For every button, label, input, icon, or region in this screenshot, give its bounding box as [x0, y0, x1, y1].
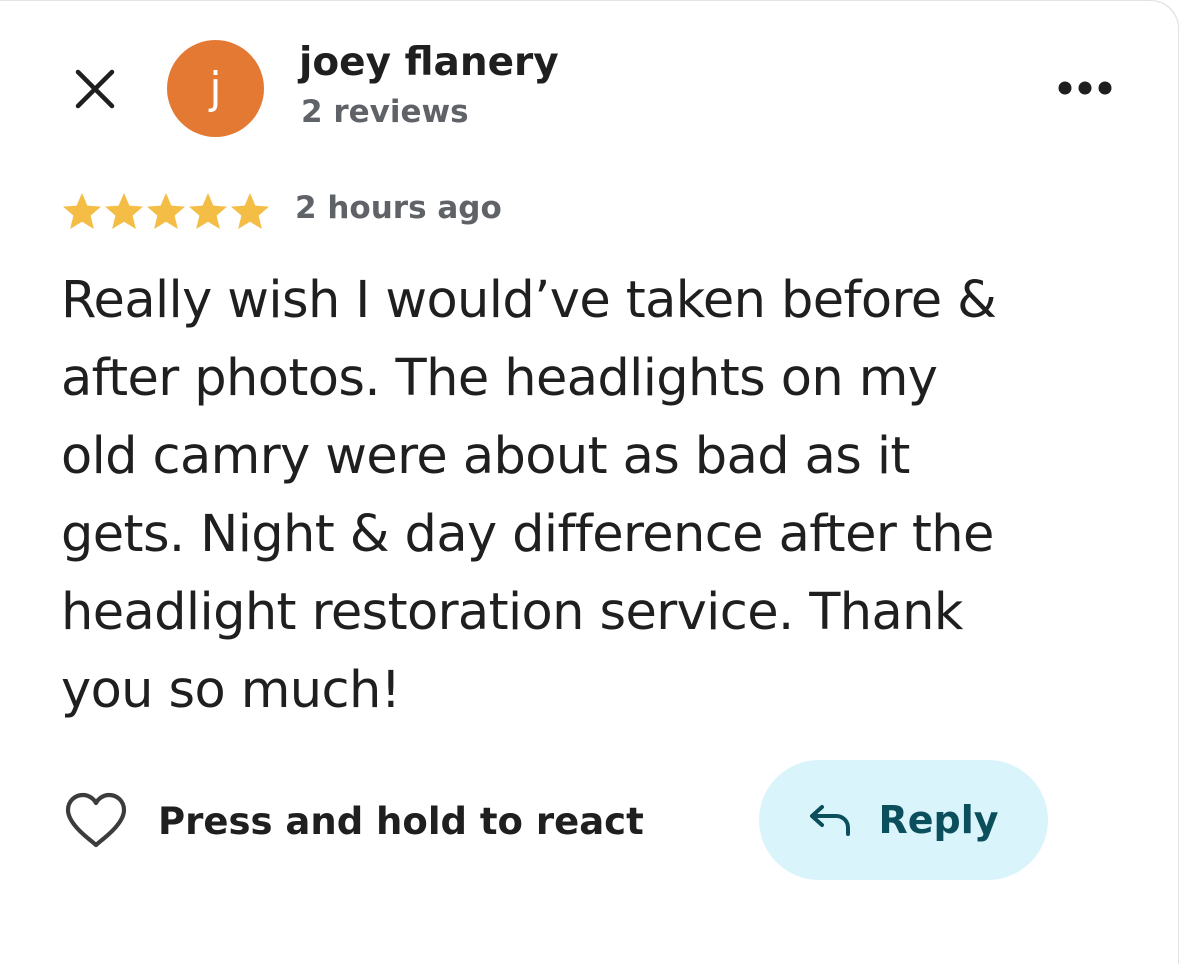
review-text: Really wish I would’ve taken before & af… [61, 271, 997, 720]
reply-arrow-icon [810, 805, 851, 836]
avatar[interactable]: j [167, 40, 264, 137]
star-icon [231, 193, 269, 229]
star-icon [105, 193, 143, 229]
reply-button[interactable]: Reply [759, 760, 1048, 880]
heart-outline-icon [65, 792, 127, 848]
star-icon [63, 193, 101, 229]
star-icon [189, 193, 227, 229]
review-count: 2 reviews [301, 94, 469, 130]
review-card: j joey flanery 2 reviews 2 hours ago Rea… [0, 0, 1179, 964]
more-options-button[interactable] [1054, 68, 1116, 108]
reply-label: Reply [878, 798, 999, 842]
author-name[interactable]: joey flanery [299, 40, 559, 85]
react-button[interactable]: Press and hold to react [64, 790, 644, 852]
avatar-initial: j [209, 63, 222, 114]
close-button[interactable] [68, 62, 122, 116]
close-icon [75, 69, 115, 109]
react-label: Press and hold to react [158, 799, 644, 843]
star-icon [147, 193, 185, 229]
review-time: 2 hours ago [295, 190, 502, 226]
star-rating [61, 191, 271, 231]
more-options-icon [1058, 81, 1112, 95]
